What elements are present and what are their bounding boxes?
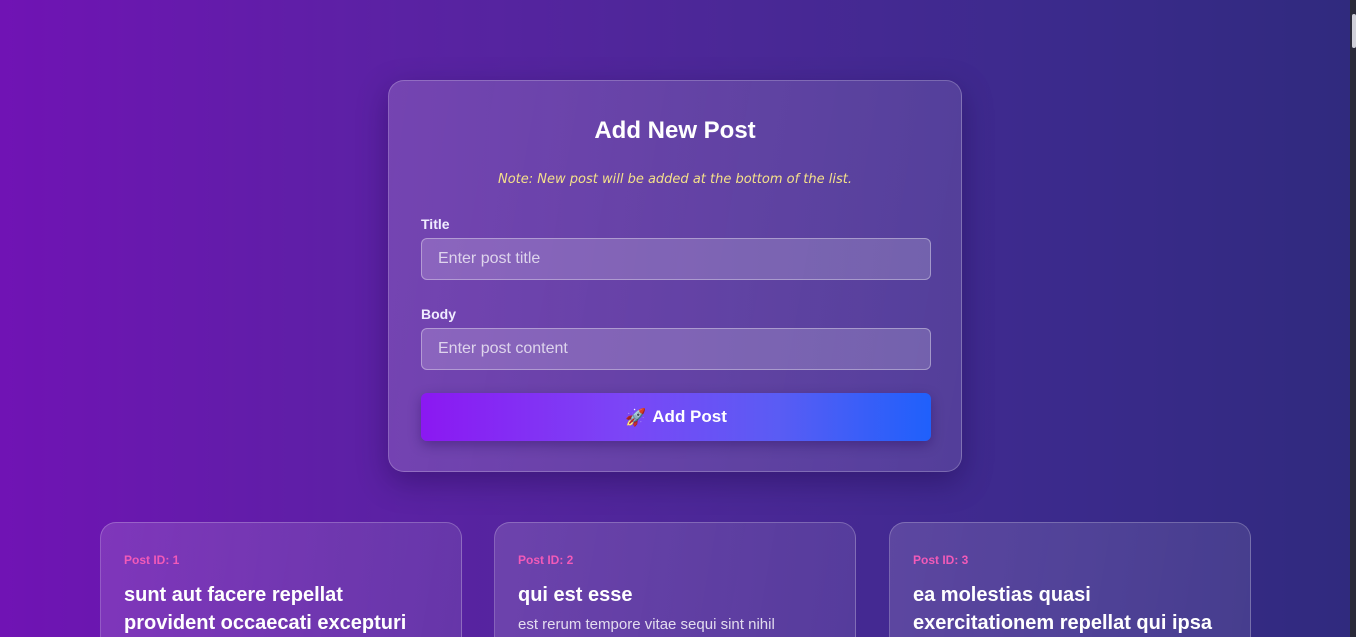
post-title: sunt aut facere repellat provident occae… bbox=[124, 584, 407, 634]
post-card: Post ID: 3 ea molestias quasi exercitati… bbox=[889, 522, 1251, 637]
post-title: ea molestias quasi exercitationem repell… bbox=[913, 584, 1212, 634]
add-post-form-card: Add New Post Note: New post will be adde… bbox=[388, 80, 962, 472]
post-card: Post ID: 2 qui est esse est rerum tempor… bbox=[494, 522, 856, 637]
add-post-button[interactable]: 🚀 Add Post bbox=[421, 393, 931, 441]
title-input[interactable] bbox=[421, 238, 931, 280]
post-title: qui est esse bbox=[518, 584, 633, 606]
post-id: Post ID: 2 bbox=[518, 553, 574, 567]
scrollbar-thumb[interactable] bbox=[1352, 14, 1356, 48]
form-note: Note: New post will be added at the bott… bbox=[498, 172, 852, 187]
add-post-button-label: Add Post bbox=[652, 407, 727, 426]
post-card: Post ID: 1 sunt aut facere repellat prov… bbox=[100, 522, 462, 637]
form-title: Add New Post bbox=[594, 117, 756, 144]
post-id: Post ID: 1 bbox=[124, 553, 180, 567]
body-input[interactable] bbox=[421, 328, 931, 370]
post-id: Post ID: 3 bbox=[913, 553, 969, 567]
body-field-label: Body bbox=[421, 306, 456, 322]
post-body: est rerum tempore vitae sequi sint nihil bbox=[518, 616, 775, 633]
title-field-label: Title bbox=[421, 216, 450, 232]
page-scrollbar[interactable] bbox=[1350, 0, 1356, 637]
rocket-icon: 🚀 bbox=[625, 407, 647, 427]
